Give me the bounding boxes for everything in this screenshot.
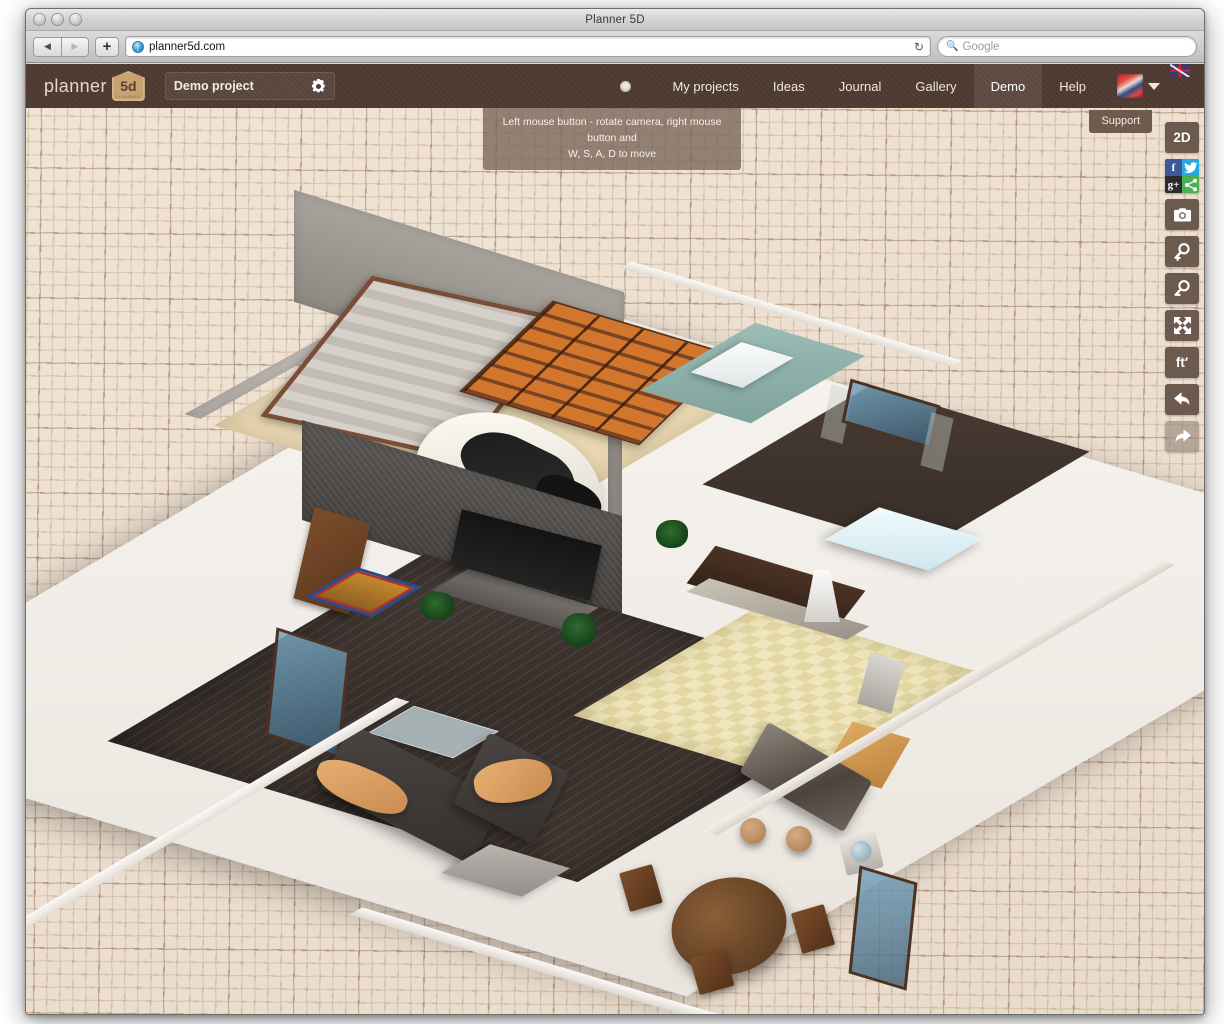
logo-badge-text: 5d — [120, 79, 136, 93]
bar-stool-2[interactable] — [786, 826, 812, 852]
support-tab[interactable]: Support — [1089, 110, 1152, 133]
navigation-buttons: ◀ ▶ — [33, 37, 89, 57]
3d-viewport[interactable]: Left mouse button - rotate camera, right… — [26, 108, 1204, 1014]
url-text: planner5d.com — [149, 41, 225, 53]
search-placeholder: Google — [962, 41, 999, 53]
floorplan-scene[interactable] — [26, 108, 1204, 1014]
view-2d-button[interactable]: 2D — [1165, 122, 1199, 153]
traffic-lights[interactable] — [33, 13, 82, 26]
main-nav: My projects Ideas Journal Gallery Demo H… — [596, 64, 1204, 108]
search-icon: 🔍 — [946, 41, 958, 52]
plant-corner[interactable] — [656, 520, 688, 548]
avatar[interactable] — [1117, 74, 1143, 98]
hint-line-1: Left mouse button - rotate camera, right… — [491, 115, 733, 147]
reload-icon[interactable]: ↻ — [914, 40, 924, 54]
facebook-icon[interactable]: f — [1165, 159, 1182, 176]
gear-icon[interactable] — [311, 79, 326, 94]
logo-badge-icon: 5d PLANNER — [112, 71, 145, 101]
user-menu[interactable] — [1103, 64, 1170, 108]
nav-item-ideas[interactable]: Ideas — [756, 64, 822, 108]
app-logo[interactable]: planner 5d PLANNER — [26, 71, 145, 101]
page-content: planner 5d PLANNER Demo project My proje… — [26, 64, 1204, 1014]
zoom-in-button[interactable] — [1165, 236, 1199, 267]
nav-item-help[interactable]: Help — [1042, 64, 1103, 108]
language-flag-icon[interactable] — [1170, 64, 1190, 77]
screenshot-button[interactable] — [1165, 199, 1199, 230]
close-button-icon[interactable] — [33, 13, 46, 26]
forward-button-icon[interactable]: ▶ — [61, 37, 89, 57]
nav-item-my-projects[interactable]: My projects — [655, 64, 755, 108]
browser-toolbar: ◀ ▶ + planner5d.com ↻ 🔍 Google — [26, 31, 1204, 63]
project-name-field[interactable]: Demo project — [165, 72, 335, 100]
camera-controls-hint: Left mouse button - rotate camera, right… — [483, 108, 741, 170]
site-favicon-icon — [132, 41, 144, 53]
utility-window[interactable] — [849, 865, 918, 990]
window-titlebar: Planner 5D — [26, 9, 1204, 31]
chevron-down-icon[interactable] — [1148, 83, 1160, 90]
share-icon[interactable] — [1182, 176, 1199, 193]
app-header: planner 5d PLANNER Demo project My proje… — [26, 64, 1204, 108]
url-bar[interactable]: planner5d.com ↻ — [125, 36, 931, 57]
nav-status-dot[interactable] — [596, 64, 655, 108]
logo-badge-sub: PLANNER — [115, 94, 141, 99]
circle-icon — [620, 81, 631, 92]
minimize-button-icon[interactable] — [51, 13, 64, 26]
hint-line-2: W, S, A, D to move — [491, 147, 733, 163]
project-name-text: Demo project — [174, 79, 254, 93]
search-field[interactable]: 🔍 Google — [937, 36, 1197, 57]
viewport-toolbar: 2D f g+ — [1165, 122, 1199, 452]
logo-text: planner — [44, 76, 107, 97]
browser-window: Planner 5D ◀ ▶ + planner5d.com ↻ 🔍 Googl… — [25, 8, 1205, 1015]
plant-small[interactable] — [420, 592, 454, 620]
social-share-group[interactable]: f g+ — [1165, 159, 1199, 193]
nav-item-gallery[interactable]: Gallery — [898, 64, 973, 108]
fullscreen-button[interactable] — [1165, 310, 1199, 341]
google-plus-icon[interactable]: g+ — [1165, 176, 1182, 193]
units-button[interactable]: ft′ — [1165, 347, 1199, 378]
undo-button[interactable] — [1165, 384, 1199, 415]
nav-item-journal[interactable]: Journal — [822, 64, 899, 108]
zoom-out-button[interactable] — [1165, 273, 1199, 304]
twitter-icon[interactable] — [1182, 159, 1199, 176]
redo-button[interactable] — [1165, 421, 1199, 452]
nav-item-demo[interactable]: Demo — [974, 64, 1043, 108]
bar-stool-1[interactable] — [740, 818, 766, 844]
window-title: Planner 5D — [26, 9, 1204, 31]
new-tab-button[interactable]: + — [95, 37, 119, 57]
zoom-button-icon[interactable] — [69, 13, 82, 26]
back-button-icon[interactable]: ◀ — [33, 37, 61, 57]
plant-palm[interactable] — [562, 613, 596, 647]
